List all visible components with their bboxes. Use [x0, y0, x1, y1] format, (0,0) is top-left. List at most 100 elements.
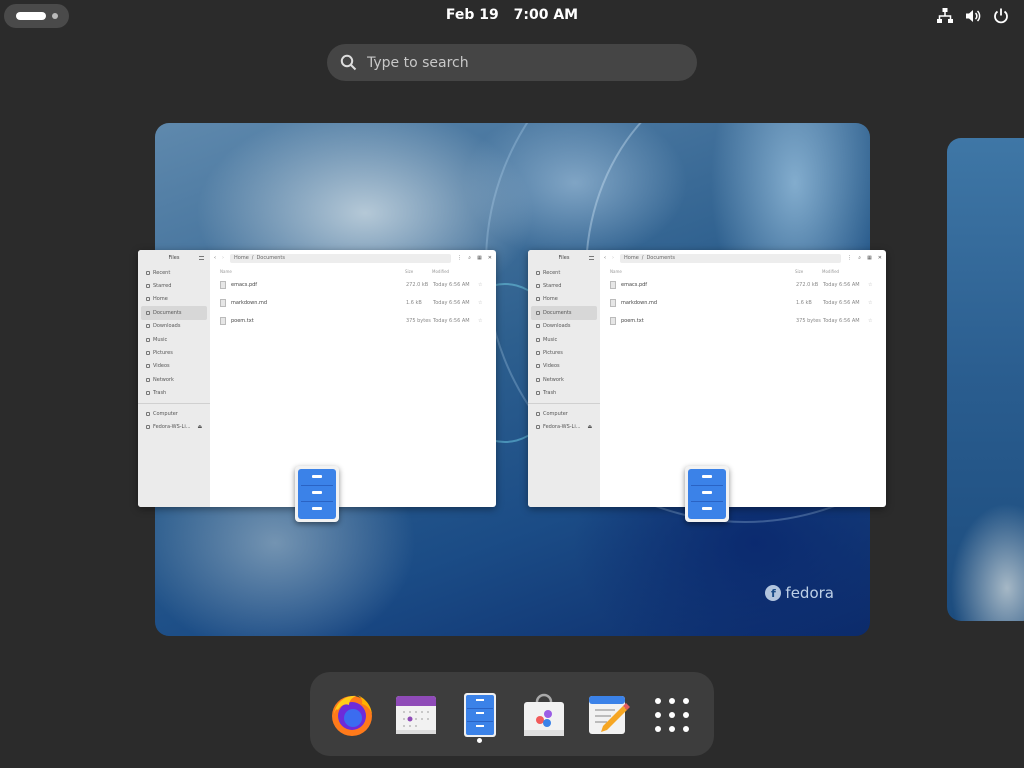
column-size[interactable]: Size [405, 269, 432, 274]
network-icon[interactable] [936, 7, 954, 25]
search-input[interactable] [367, 44, 677, 81]
sidebar-item-home[interactable]: Home [528, 293, 600, 306]
column-modified[interactable]: Modified [432, 269, 449, 274]
eject-icon[interactable]: ⏏ [198, 424, 203, 430]
sidebar-item-pictures[interactable]: Pictures [528, 346, 600, 359]
download-icon [536, 324, 540, 329]
star-icon[interactable]: ☆ [478, 300, 482, 306]
forward-icon[interactable]: › [222, 255, 224, 261]
file-row[interactable]: markdown.md 1.6 kB Today 6:56 AM ☆ [210, 294, 496, 312]
sidebar-item-videos[interactable]: Videos [138, 360, 210, 373]
column-modified[interactable]: Modified [822, 269, 839, 274]
clock-time: 7:00 AM [513, 7, 579, 23]
file-row[interactable]: emacs.pdf 272.0 kB Today 6:56 AM ☆ [210, 276, 496, 294]
star-icon[interactable]: ☆ [478, 282, 482, 288]
fedora-mark-icon: f [765, 585, 782, 601]
sidebar-item-documents[interactable]: Documents [141, 306, 207, 320]
sidebar-divider [138, 402, 210, 404]
star-icon[interactable]: ☆ [868, 300, 872, 306]
back-icon[interactable]: ‹ [604, 255, 606, 261]
sidebar-item-music[interactable]: Music [138, 333, 210, 346]
power-icon[interactable] [992, 7, 1010, 25]
forward-icon[interactable]: › [612, 255, 614, 261]
breadcrumb-current[interactable]: Documents [646, 255, 675, 261]
sidebar-item-computer[interactable]: Computer [528, 407, 600, 420]
network-icon [146, 377, 150, 382]
eject-icon[interactable]: ⏏ [588, 424, 593, 430]
files-headerbar: ‹ › Home / Documents ⋮ ⌕ ▦ ✕ [210, 250, 496, 266]
fedora-logo: f fedora [765, 584, 834, 602]
files-headerbar: ‹ › Home / Documents ⋮ ⌕ ▦ ✕ [600, 250, 886, 266]
sidebar-item-trash[interactable]: Trash [138, 387, 210, 400]
sidebar-item-volume[interactable]: Fedora-WS-Li... ⏏ [528, 420, 600, 433]
document-icon [146, 310, 150, 315]
menu-icon[interactable] [589, 256, 594, 260]
clock-icon [536, 270, 540, 275]
sidebar-item-network[interactable]: Network [528, 373, 600, 386]
sidebar-item-music[interactable]: Music [528, 333, 600, 346]
app-grid-icon[interactable] [649, 692, 695, 738]
sidebar-item-recent[interactable]: Recent [528, 266, 600, 279]
file-row[interactable]: poem.txt 375 bytes Today 6:56 AM ☆ [210, 312, 496, 330]
sidebar-item-documents[interactable]: Documents [531, 306, 597, 320]
star-icon[interactable]: ☆ [478, 318, 482, 324]
software-icon[interactable] [521, 692, 567, 738]
sidebar-item-volume[interactable]: Fedora-WS-Li... ⏏ [138, 420, 210, 433]
menu-icon[interactable] [199, 256, 204, 260]
files-main: ‹ › Home / Documents ⋮ ⌕ ▦ ✕ Name Size M… [600, 250, 886, 507]
back-icon[interactable]: ‹ [214, 255, 216, 261]
computer-icon [146, 411, 150, 416]
breadcrumb[interactable]: Home / Documents [620, 253, 842, 263]
system-tray[interactable] [936, 7, 1010, 25]
fedora-wordmark: fedora [785, 584, 834, 602]
overview-search[interactable] [327, 44, 697, 81]
files-main: ‹ › Home / Documents ⋮ ⌕ ▦ ✕ Name Size M… [210, 250, 496, 507]
close-icon[interactable]: ✕ [878, 255, 882, 261]
sidebar-item-home[interactable]: Home [138, 293, 210, 306]
download-icon [146, 324, 150, 329]
search-icon[interactable]: ⌕ [858, 255, 861, 261]
files-icon[interactable] [457, 692, 503, 738]
files-title: Files [168, 255, 180, 261]
firefox-icon[interactable] [329, 692, 375, 738]
close-icon[interactable]: ✕ [488, 255, 492, 261]
sidebar-item-pictures[interactable]: Pictures [138, 346, 210, 359]
clock-button[interactable]: Feb 19 7:00 AM [0, 7, 1024, 23]
sidebar-item-recent[interactable]: Recent [138, 266, 210, 279]
kebab-menu-icon[interactable]: ⋮ [457, 255, 462, 261]
breadcrumb-home[interactable]: Home [624, 255, 639, 261]
search-icon[interactable]: ⌕ [468, 255, 471, 261]
files-app-icon [295, 466, 339, 522]
sidebar-item-starred[interactable]: Starred [528, 279, 600, 292]
volume-icon[interactable] [964, 7, 982, 25]
file-icon [220, 317, 226, 325]
sidebar-item-videos[interactable]: Videos [528, 360, 600, 373]
breadcrumb-home[interactable]: Home [234, 255, 249, 261]
sidebar-item-trash[interactable]: Trash [528, 387, 600, 400]
search-icon [340, 54, 357, 71]
file-row[interactable]: emacs.pdf 272.0 kB Today 6:56 AM ☆ [600, 276, 886, 294]
breadcrumb[interactable]: Home / Documents [230, 253, 452, 263]
star-icon[interactable]: ☆ [868, 282, 872, 288]
breadcrumb-current[interactable]: Documents [256, 255, 285, 261]
file-row[interactable]: markdown.md 1.6 kB Today 6:56 AM ☆ [600, 294, 886, 312]
column-size[interactable]: Size [795, 269, 822, 274]
column-name[interactable]: Name [220, 269, 405, 274]
workspace-thumbnail-next[interactable] [947, 138, 1024, 621]
sidebar-item-downloads[interactable]: Downloads [138, 320, 210, 333]
clock-date: Feb 19 [445, 7, 499, 23]
calendar-icon[interactable] [393, 692, 439, 738]
file-row[interactable]: poem.txt 375 bytes Today 6:56 AM ☆ [600, 312, 886, 330]
sidebar-item-downloads[interactable]: Downloads [528, 320, 600, 333]
kebab-menu-icon[interactable]: ⋮ [847, 255, 852, 261]
sidebar-item-network[interactable]: Network [138, 373, 210, 386]
grid-view-icon[interactable]: ▦ [477, 255, 482, 261]
document-icon [536, 310, 540, 315]
video-icon [536, 364, 540, 369]
sidebar-item-computer[interactable]: Computer [138, 407, 210, 420]
text-editor-icon[interactable] [585, 692, 631, 738]
sidebar-item-starred[interactable]: Starred [138, 279, 210, 292]
star-icon[interactable]: ☆ [868, 318, 872, 324]
column-name[interactable]: Name [610, 269, 795, 274]
grid-view-icon[interactable]: ▦ [867, 255, 872, 261]
